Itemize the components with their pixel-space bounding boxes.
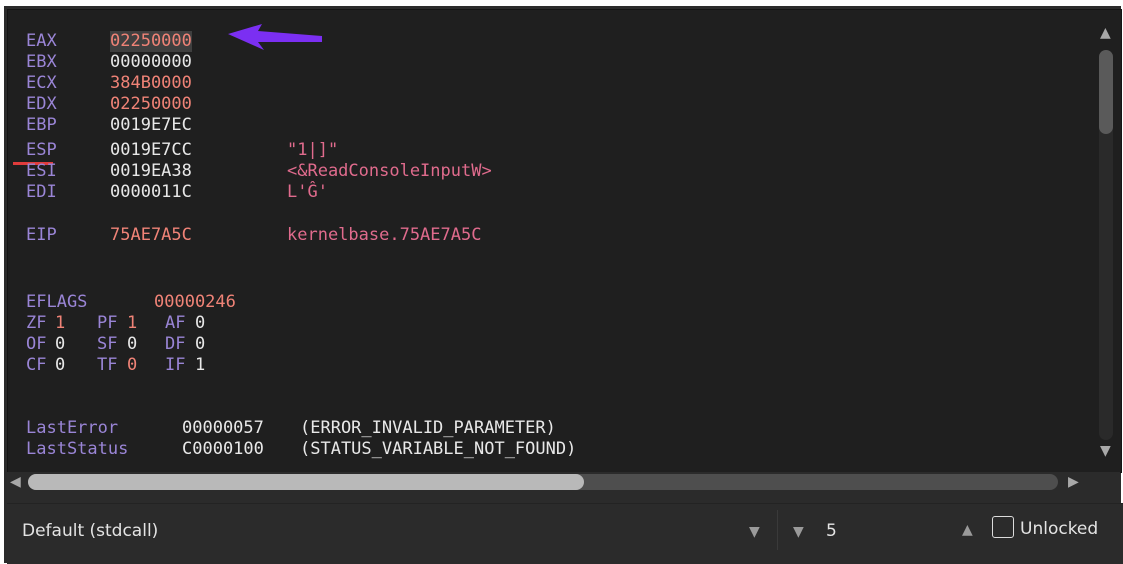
triangle-up-icon[interactable]: ▲	[1100, 26, 1111, 40]
eflags-value[interactable]: 00000246	[154, 292, 236, 313]
eflags-name: EFLAGS	[26, 292, 88, 312]
flag-value-sf[interactable]: 0	[127, 334, 137, 355]
register-value-ebp[interactable]: 0019E7EC	[110, 115, 192, 136]
last-status-value[interactable]: C0000100	[182, 439, 264, 460]
last-status-name: LastStatus	[26, 439, 129, 459]
register-name-eip: EIP	[26, 225, 57, 245]
triangle-right-icon[interactable]: ▶	[1068, 475, 1079, 489]
register-comment-edi: L'Ĝ'	[287, 182, 328, 202]
horizontal-scroll-thumb[interactable]	[28, 474, 584, 490]
flag-value-pf[interactable]: 1	[127, 313, 137, 334]
dropdown-arrow-icon[interactable]: ▼	[749, 525, 760, 539]
register-name-ecx: ECX	[26, 73, 57, 93]
register-value-esp[interactable]: 0019E7CC	[110, 140, 192, 161]
register-value-eip[interactable]: 75AE7A5C	[110, 225, 192, 246]
register-name-esi: ESI	[26, 161, 57, 181]
register-comment-esi: <&ReadConsoleInputW>	[287, 161, 492, 181]
flag-name-pf: PF	[97, 313, 118, 333]
register-value-ebx[interactable]: 00000000	[110, 52, 192, 73]
last-error-value[interactable]: 00000057	[182, 418, 264, 439]
flag-value-df[interactable]: 0	[195, 334, 205, 355]
unlocked-label: Unlocked	[1020, 519, 1099, 539]
last-error-name: LastError	[26, 418, 119, 438]
flag-value-if[interactable]: 1	[195, 355, 205, 376]
vertical-scroll-thumb[interactable]	[1099, 50, 1113, 134]
register-value-edi[interactable]: 0000011C	[110, 182, 192, 203]
flag-name-sf: SF	[97, 334, 118, 354]
spinner-down-icon[interactable]: ▼	[793, 525, 804, 539]
flag-value-cf[interactable]: 0	[55, 355, 65, 376]
flag-value-af[interactable]: 0	[195, 313, 205, 334]
register-name-ebx: EBX	[26, 52, 57, 72]
flag-value-of[interactable]: 0	[55, 334, 65, 355]
last-status-comment: (STATUS_VARIABLE_NOT_FOUND)	[300, 439, 577, 459]
flag-name-cf: CF	[26, 355, 47, 375]
toolbar-divider	[777, 510, 778, 550]
flag-name-af: AF	[165, 313, 186, 333]
argument-count-field[interactable]: 5	[826, 521, 837, 541]
flag-value-tf[interactable]: 0	[127, 355, 137, 376]
register-value-eax[interactable]: 02250000	[110, 31, 192, 52]
register-value-edx[interactable]: 02250000	[110, 94, 192, 115]
flag-name-tf: TF	[97, 355, 118, 375]
unlocked-checkbox[interactable]	[992, 516, 1014, 538]
calling-convention-toolbar	[7, 503, 1123, 564]
last-error-comment: (ERROR_INVALID_PARAMETER)	[300, 418, 556, 438]
flag-name-if: IF	[165, 355, 186, 375]
register-name-eax: EAX	[26, 31, 57, 51]
flag-name-zf: ZF	[26, 313, 47, 333]
register-name-ebp: EBP	[26, 115, 57, 135]
spinner-up-icon[interactable]: ▲	[962, 523, 973, 537]
purple-arrow-icon	[228, 24, 322, 50]
triangle-down-icon[interactable]: ▼	[1100, 444, 1111, 458]
register-comment-eip: kernelbase.75AE7A5C	[287, 225, 482, 245]
register-name-edx: EDX	[26, 94, 57, 114]
flag-name-df: DF	[165, 334, 186, 354]
register-name-esp: ESP	[26, 140, 57, 160]
register-comment-esp: "1|]"	[287, 140, 339, 160]
register-value-ecx[interactable]: 384B0000	[110, 73, 192, 94]
register-name-edi: EDI	[26, 182, 57, 202]
register-value-esi[interactable]: 0019EA38	[110, 161, 192, 182]
triangle-left-icon[interactable]: ◀	[10, 475, 21, 489]
calling-convention-select[interactable]: Default (stdcall)	[22, 521, 158, 541]
flag-name-of: OF	[26, 334, 47, 354]
flag-value-zf[interactable]: 1	[55, 313, 65, 334]
